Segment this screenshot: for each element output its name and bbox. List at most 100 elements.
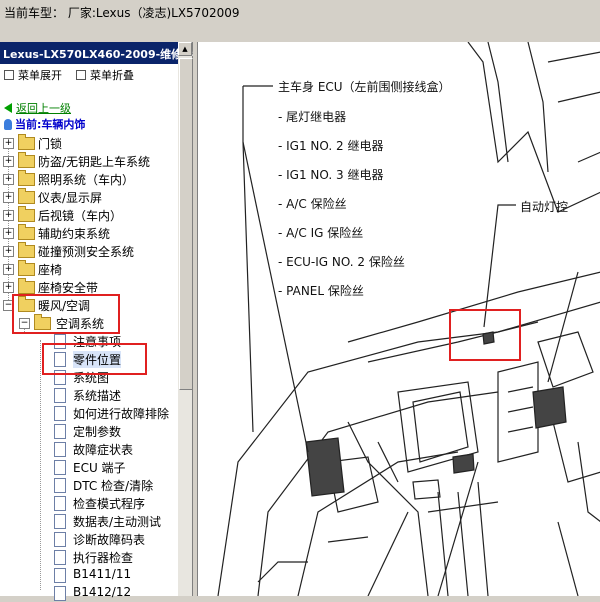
folder-icon [18,134,35,150]
tree-doc-label: DTC 检查/清除 [73,479,154,493]
back-arrow-icon [4,103,12,113]
diagram-panel: 主车身 ECU（左前围侧接线盒） - 尾灯继电器 - IG1 NO. 2 继电器… [197,41,600,597]
back-link-label: 返回上一级 [16,102,71,115]
tree-folder-label: 碰撞预测安全系统 [38,245,135,259]
tree-doc-item[interactable]: 定制参数 [0,422,178,440]
folder-icon [18,224,35,240]
current-location: 当前:车辆内饰 [4,116,85,132]
document-icon [54,568,66,583]
tree-folder-label: 辅助约束系统 [38,227,111,241]
tree-doc-label: 诊断故障码表 [73,533,146,547]
current-location-label: 当前:车辆内饰 [15,118,86,131]
expand-toggle-icon[interactable]: + [3,192,14,203]
scroll-up-button[interactable]: ▲ [178,42,192,56]
tree-folder-label: 防盗/无钥匙上车系统 [38,155,151,169]
tree-folder-item[interactable]: + 防盗/无钥匙上车系统 [0,152,178,170]
tree-doc-label: 定制参数 [73,425,122,439]
document-icon [54,478,66,493]
tree-folder-label: 后视镜（车内） [38,209,123,223]
tree-doc-item[interactable]: B1412/12 [0,584,178,602]
expand-toggle-icon[interactable]: + [3,174,14,185]
tree-doc-item[interactable]: DTC 检查/清除 [0,476,178,494]
document-icon [54,442,66,457]
folder-icon [18,278,35,294]
tree-folder-label: 座椅 [38,263,63,277]
diagram-label: 主车身 ECU（左前围侧接线盒） [278,80,451,94]
tree-doc-item[interactable]: 故障症状表 [0,440,178,458]
expand-menu-button[interactable]: 菜单展开 [4,67,62,83]
folder-icon [18,188,35,204]
current-model-title: 当前车型： 厂家:Lexus（凌志)LX5702009 [4,6,240,20]
tree-doc-label: ECU 端子 [73,461,126,475]
highlight-box-parts [42,343,147,375]
menu-toolbar: 菜单展开 菜单折叠 [0,64,178,84]
tree-doc-item[interactable]: 数据表/主动测试 [0,512,178,530]
tree-doc-label: 故障症状表 [73,443,134,457]
tree-doc-item[interactable]: 诊断故障码表 [0,530,178,548]
tree-folder-item[interactable]: + 照明系统（车内） [0,170,178,188]
document-icon [54,388,66,403]
document-icon [54,550,66,565]
tree-doc-item[interactable]: 检查模式程序 [0,494,178,512]
document-icon [54,424,66,439]
diagram-label: - 尾灯继电器 [278,110,347,124]
diagram-label: - ECU-IG NO. 2 保险丝 [278,255,405,269]
tree-folder-label: 门锁 [38,137,63,151]
tree-doc-label: 如何进行故障排除 [73,407,170,421]
diagram-label: - A/C IG 保险丝 [278,226,364,240]
collapse-icon [76,70,86,80]
diagram-label: 自动灯控 [520,200,569,214]
diagram-label: - A/C 保险丝 [278,197,347,211]
folder-icon [18,242,35,258]
tree-doc-item[interactable]: 系统描述 [0,386,178,404]
document-icon [54,514,66,529]
manual-title: Lexus-LX570LX460-2009-维修手 [3,48,194,61]
highlight-box-hvac [12,294,120,334]
folder-icon [18,206,35,222]
tree-doc-label: 检查模式程序 [73,497,146,511]
tree-doc-label: B1411/11 [73,567,132,581]
tree-doc-item[interactable]: B1411/11 [0,566,178,584]
expand-toggle-icon[interactable]: + [3,210,14,221]
expand-toggle-icon[interactable]: + [3,138,14,149]
folder-icon [18,170,35,186]
diagram-label: - PANEL 保险丝 [278,284,364,298]
title-bar: 当前车型： 厂家:Lexus（凌志)LX5702009 [0,0,600,42]
tree-folder-item[interactable]: + 碰撞预测安全系统 [0,242,178,260]
document-icon [54,460,66,475]
tree-doc-label: 系统描述 [73,389,122,403]
tree-doc-label: B1412/12 [73,585,132,599]
scroll-thumb[interactable] [179,58,193,390]
tree-folder-item[interactable]: + 座椅 [0,260,178,278]
expand-menu-label: 菜单展开 [18,69,62,82]
document-icon [54,532,66,547]
tree-scrollbar[interactable]: ▲ [178,42,193,596]
tree-folder-item[interactable]: + 门锁 [0,134,178,152]
folder-icon [18,152,35,168]
collapse-menu-label: 菜单折叠 [90,69,134,82]
back-link[interactable]: 返回上一级 [4,100,71,116]
expand-toggle-icon[interactable]: + [3,282,14,293]
left-panel: Lexus-LX570LX460-2009-维修手 菜单展开 菜单折叠 返回上一… [0,42,194,601]
document-icon [54,496,66,511]
tree-doc-label: 数据表/主动测试 [73,515,162,529]
document-icon [54,406,66,421]
tree-folder-item[interactable]: + 仪表/显示屏 [0,188,178,206]
tree-doc-item[interactable]: ECU 端子 [0,458,178,476]
document-icon [54,586,66,601]
expand-toggle-icon[interactable]: + [3,228,14,239]
expand-icon [4,70,14,80]
diagram-label: - IG1 NO. 2 继电器 [278,139,384,153]
tree-folder-item[interactable]: + 辅助约束系统 [0,224,178,242]
expand-toggle-icon[interactable]: + [3,156,14,167]
tree-doc-item[interactable]: 如何进行故障排除 [0,404,178,422]
tree-folder-label: 照明系统（车内） [38,173,135,187]
diagram-label: - IG1 NO. 3 继电器 [278,168,384,182]
tree-doc-item[interactable]: 执行器检查 [0,548,178,566]
tree-doc-label: 执行器检查 [73,551,134,565]
expand-toggle-icon[interactable]: + [3,246,14,257]
folder-icon [18,260,35,276]
tree-folder-item[interactable]: + 后视镜（车内） [0,206,178,224]
expand-toggle-icon[interactable]: + [3,264,14,275]
collapse-menu-button[interactable]: 菜单折叠 [76,67,134,83]
